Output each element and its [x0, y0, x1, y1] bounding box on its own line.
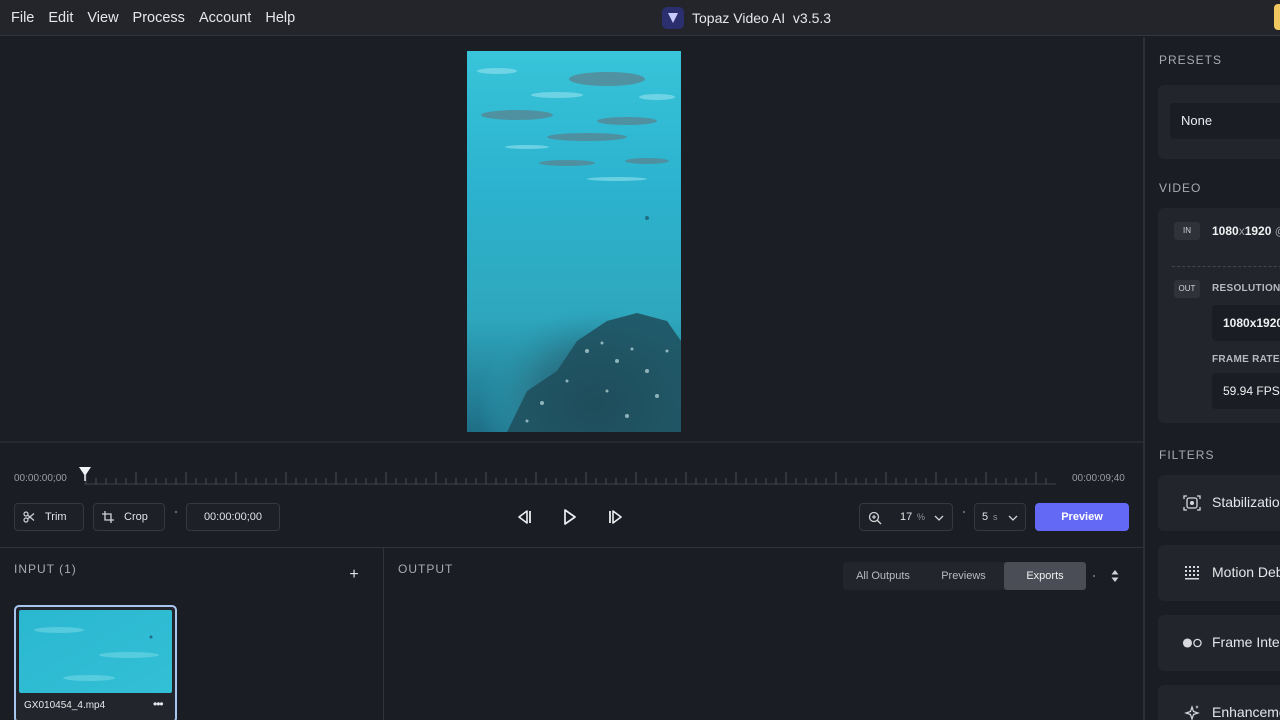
previous-frame-button[interactable]	[513, 506, 535, 528]
underwater-video-image	[467, 51, 681, 432]
preview-length-unit: s	[993, 512, 998, 522]
video-heading: VIDEO	[1159, 181, 1202, 195]
input-file-card[interactable]: GX010454_4.mp4 •••	[14, 605, 177, 720]
filter-enhancement-label: Enhancement	[1212, 704, 1280, 720]
menu-file[interactable]: File	[4, 0, 41, 36]
separator-dot	[1093, 575, 1095, 577]
timecode-field[interactable]: 00:00:00;00	[186, 503, 280, 531]
trim-label: Trim	[45, 511, 67, 523]
presets-panel: None	[1158, 85, 1280, 159]
chevron-down-icon	[934, 515, 944, 521]
video-frame	[467, 51, 681, 432]
preview-length-value: 5	[982, 511, 989, 523]
app-window: File Edit View Process Account Help Topa…	[0, 0, 1280, 720]
zoom-value: 17	[900, 511, 913, 523]
menu-help[interactable]: Help	[258, 0, 302, 36]
io-divider	[1172, 266, 1280, 267]
sort-icon[interactable]	[1110, 569, 1120, 583]
separator-dot	[963, 511, 965, 513]
filter-motion-deblur[interactable]: Motion Deblur	[1158, 545, 1280, 601]
app-name: Topaz Video AI v3.5.3	[692, 10, 832, 26]
frame-rate-field[interactable]: 59.94 FPS	[1212, 373, 1280, 409]
zoom-select[interactable]: 17 %	[859, 503, 953, 531]
filter-frame-interpolation-label: Frame Interpolation	[1212, 634, 1280, 650]
next-frame-icon	[609, 510, 622, 524]
input-panel-title: INPUT (1)	[14, 562, 77, 576]
timeline-start-time: 00:00:00;00	[14, 473, 67, 484]
filters-heading: FILTERS	[1159, 448, 1215, 462]
output-tabs: All Outputs Previews Exports	[843, 562, 1086, 590]
menu-view[interactable]: View	[80, 0, 125, 36]
presets-dropdown[interactable]: None	[1170, 103, 1280, 139]
previous-frame-icon	[518, 510, 531, 524]
zoom-unit: %	[917, 512, 926, 522]
input-fps-prefix: @	[1275, 224, 1280, 238]
panel-divider	[0, 547, 1143, 548]
preview-length-select[interactable]: 5 s	[974, 503, 1026, 531]
menu-process[interactable]: Process	[126, 0, 192, 36]
scissors-icon	[23, 511, 35, 523]
filter-stabilization[interactable]: Stabilization	[1158, 475, 1280, 531]
next-frame-button[interactable]	[605, 506, 627, 528]
input-width: 1080	[1212, 224, 1239, 238]
trim-button[interactable]: Trim	[14, 503, 84, 531]
timeline-end-time: 00:00:09;40	[1072, 473, 1125, 484]
notification-chip[interactable]	[1274, 4, 1280, 30]
filter-motion-deblur-label: Motion Deblur	[1212, 564, 1280, 580]
add-input-button[interactable]: +	[347, 567, 361, 583]
filter-stabilization-label: Stabilization	[1212, 494, 1280, 510]
input-height: 1920	[1244, 224, 1272, 238]
chevron-down-icon	[1008, 515, 1018, 521]
zoom-in-icon	[868, 511, 882, 525]
crop-icon	[102, 511, 114, 523]
tab-all-outputs[interactable]: All Outputs	[843, 562, 923, 590]
filter-frame-interpolation[interactable]: Frame Interpolation	[1158, 615, 1280, 671]
playhead-marker[interactable]	[79, 467, 91, 481]
input-thumbnail	[19, 610, 172, 693]
resolution-field[interactable]: 1080x1920	[1212, 305, 1280, 341]
more-options-icon[interactable]: •••	[153, 697, 164, 711]
input-file-name: GX010454_4.mp4	[24, 700, 106, 711]
tab-exports[interactable]: Exports	[1004, 562, 1086, 590]
menubar: File Edit View Process Account Help Topa…	[0, 0, 1280, 36]
presets-heading: PRESETS	[1159, 53, 1223, 67]
panel-vertical-divider	[383, 548, 384, 720]
enhancement-icon	[1182, 703, 1202, 720]
input-thumbnail-image	[19, 610, 172, 693]
output-tag: OUT	[1174, 280, 1200, 298]
play-button[interactable]	[559, 506, 581, 528]
frame-interpolation-icon	[1182, 633, 1202, 653]
output-panel-title: OUTPUT	[398, 562, 454, 576]
video-panel: IN 1080x1920 @ OUT RESOLUTION 1080x1920 …	[1158, 208, 1280, 423]
menu-items: File Edit View Process Account Help	[4, 0, 302, 36]
play-icon	[564, 509, 576, 525]
settings-sidebar: PRESETS None VIDEO IN 1080x1920 @ OUT RE…	[1143, 37, 1280, 720]
filter-enhancement[interactable]: Enhancement	[1158, 685, 1280, 720]
preview-button[interactable]: Preview	[1035, 503, 1129, 531]
menu-account[interactable]: Account	[192, 0, 258, 36]
input-resolution: 1080x1920 @	[1212, 224, 1280, 238]
crop-label: Crop	[124, 511, 148, 523]
frame-rate-label: FRAME RATE	[1212, 354, 1280, 365]
video-viewer	[0, 37, 1143, 441]
motion-deblur-icon	[1182, 563, 1202, 583]
stabilization-icon	[1182, 493, 1202, 513]
crop-button[interactable]: Crop	[93, 503, 165, 531]
input-tag: IN	[1174, 222, 1200, 240]
topaz-logo-icon	[662, 7, 684, 29]
separator-dot	[175, 511, 177, 513]
timeline-ruler[interactable]	[84, 470, 1056, 486]
menu-edit[interactable]: Edit	[41, 0, 80, 36]
resolution-label: RESOLUTION	[1212, 283, 1280, 294]
app-title: Topaz Video AI v3.5.3	[662, 7, 831, 29]
viewer-divider	[0, 441, 1143, 443]
tab-previews[interactable]: Previews	[923, 562, 1004, 590]
